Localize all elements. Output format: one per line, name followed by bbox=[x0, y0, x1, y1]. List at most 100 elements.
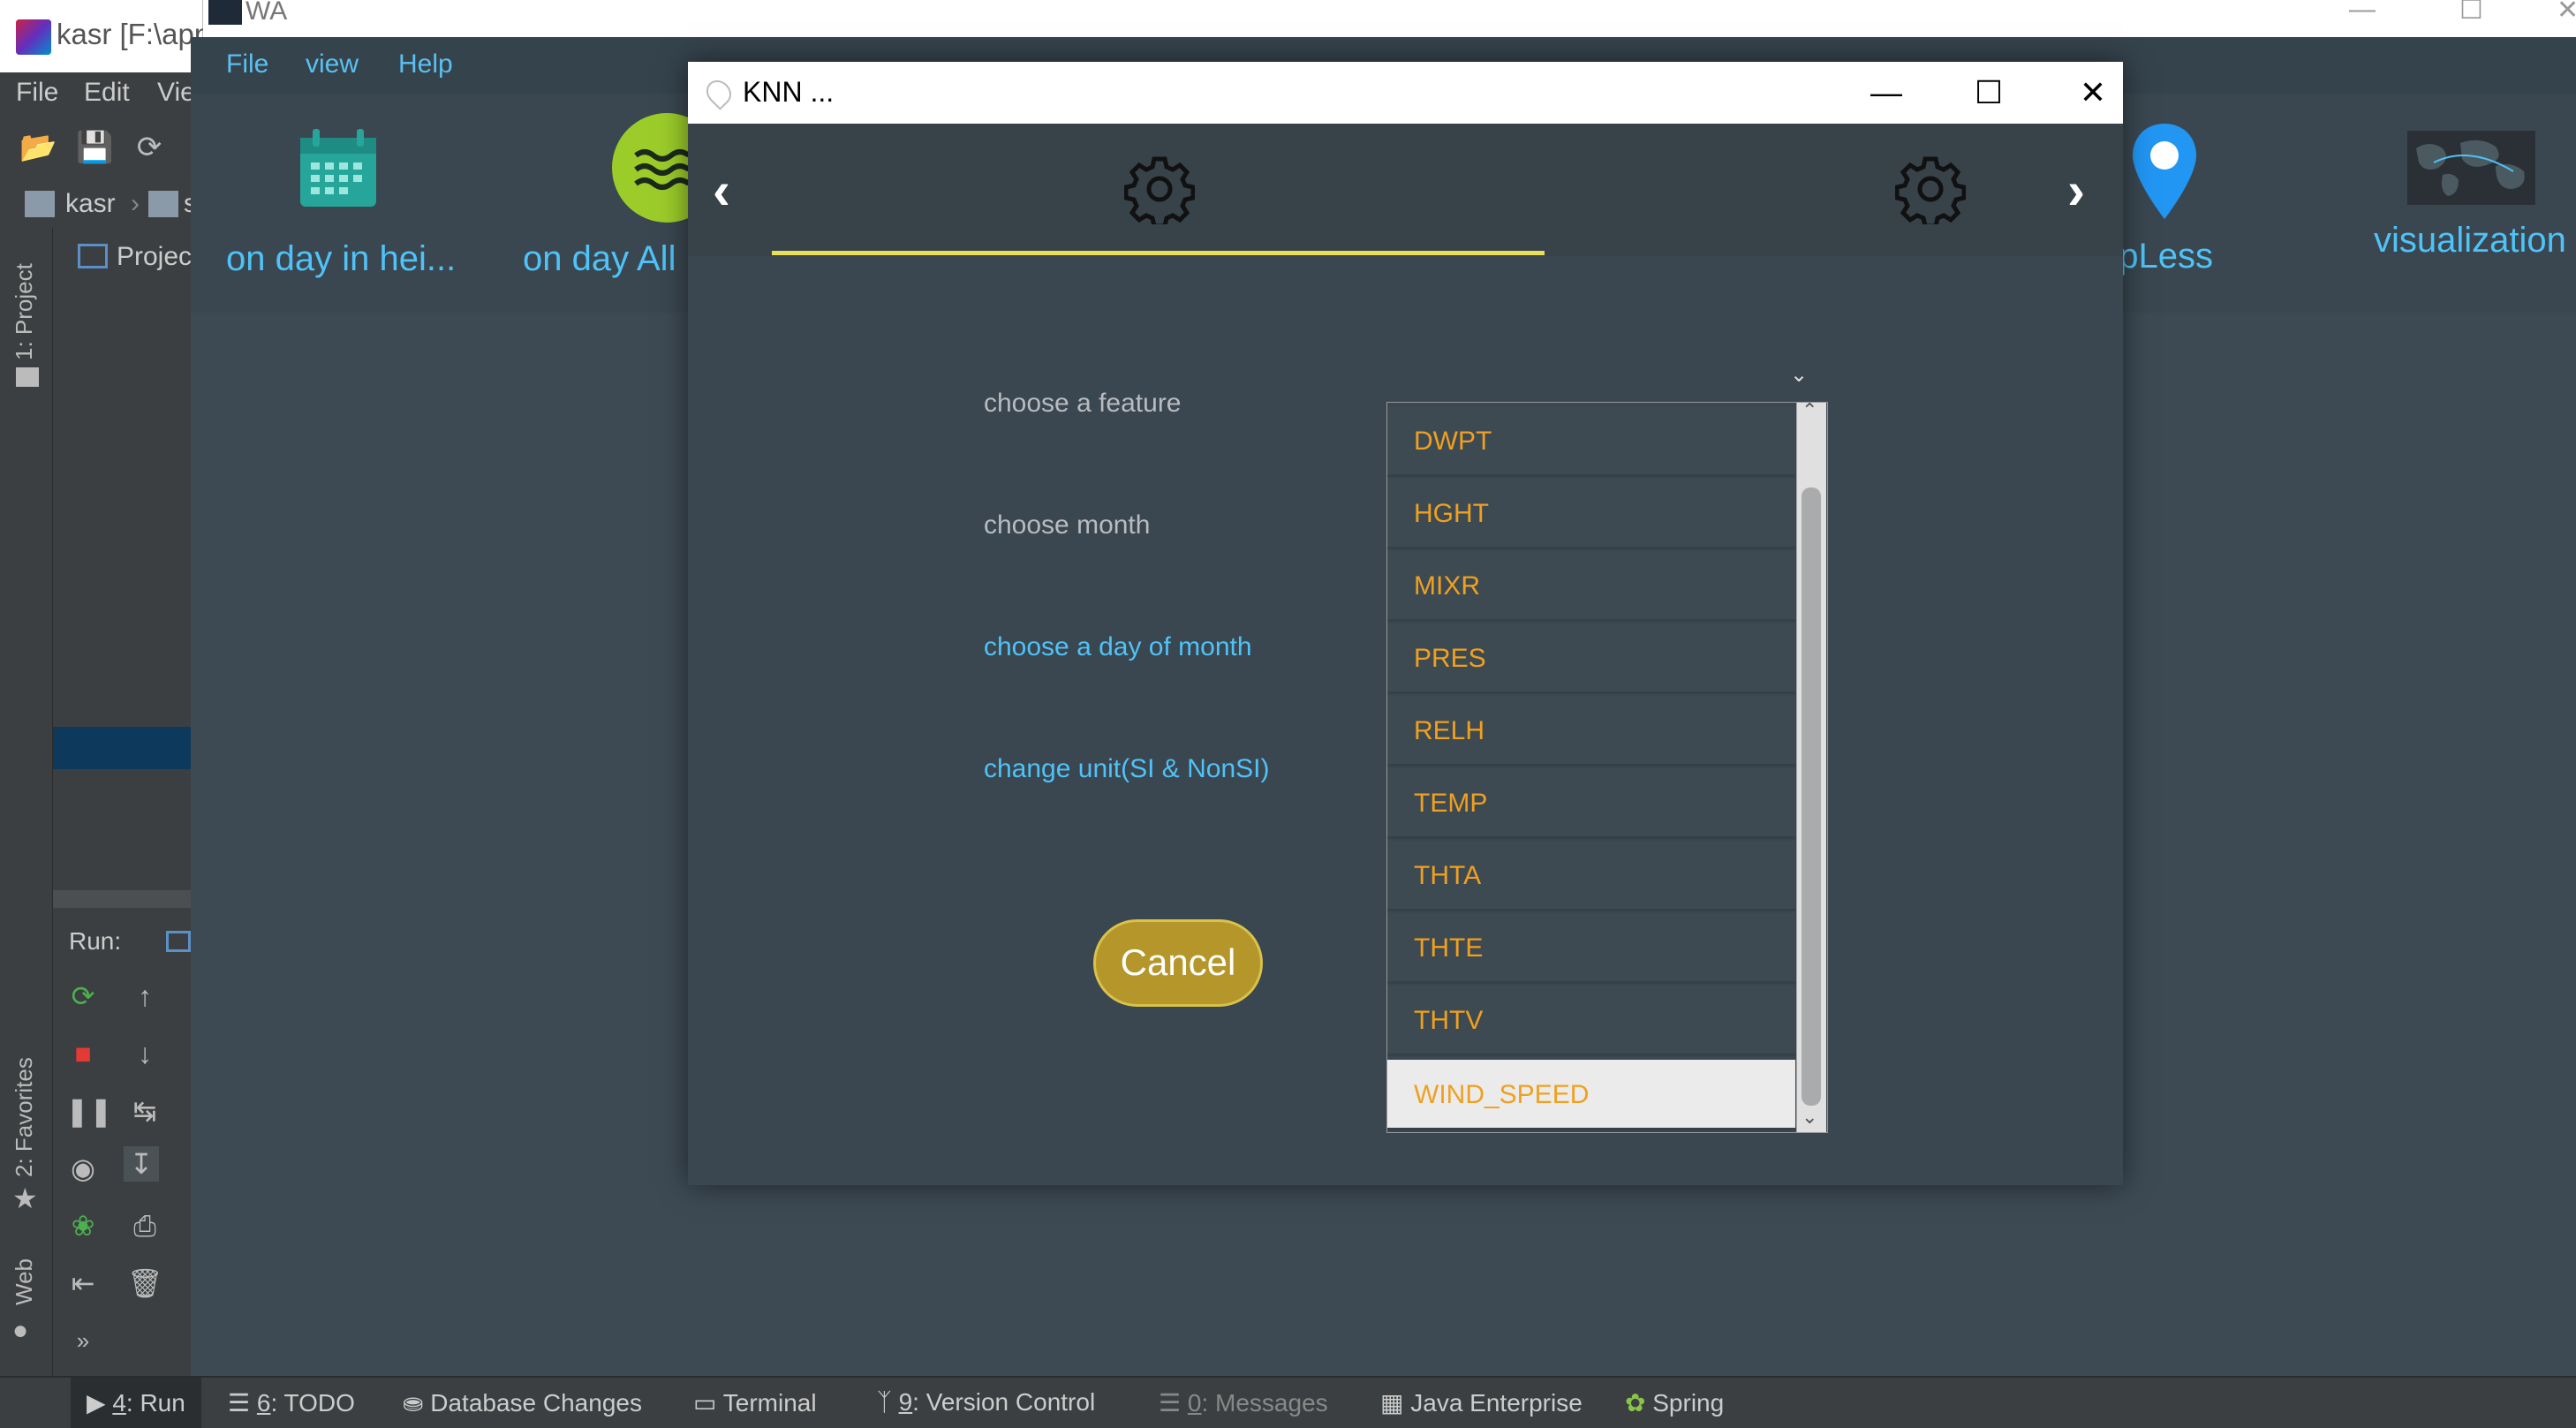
globe-icon: ● bbox=[12, 1316, 29, 1345]
project-panel: Projec bbox=[53, 228, 192, 890]
ide-menu-edit[interactable]: Edit bbox=[84, 78, 130, 108]
database-icon: ⛂ bbox=[403, 1389, 424, 1417]
wa-menu-file[interactable]: File bbox=[226, 49, 268, 79]
status-tab-messages[interactable]: ☰ 0: Messages bbox=[1159, 1388, 1328, 1417]
ide-menu-view[interactable]: Vie bbox=[157, 78, 195, 108]
status-tab-version-control[interactable]: ᛉ 9: Version Control bbox=[877, 1388, 1095, 1417]
feature-option-relh[interactable]: RELH bbox=[1387, 696, 1795, 767]
status-tab-terminal[interactable]: ▭ Terminal bbox=[693, 1388, 817, 1417]
scroll-up-icon[interactable]: ⌃ bbox=[1802, 399, 1817, 422]
location-pin-icon bbox=[701, 75, 737, 110]
change-unit-label[interactable]: change unit(SI & NonSI) bbox=[984, 754, 1270, 784]
run-panel: Run: ⟳ ↑ ■ ↓ ❚❚ ↹ ◉ ↧ ❀ ⎙ ⇤ 🗑 » bbox=[53, 890, 191, 1376]
tab-project[interactable]: 1: Project bbox=[11, 263, 38, 360]
ide-toolbar: 📂 💾 ⟳ bbox=[0, 117, 191, 178]
project-label[interactable]: Projec bbox=[117, 242, 192, 272]
terminal-icon: ▭ bbox=[693, 1389, 717, 1417]
open-folder-icon[interactable]: 📂 bbox=[19, 131, 57, 164]
tile-mapless[interactable]: MapLess bbox=[2116, 237, 2213, 276]
print-icon[interactable]: ⎙ bbox=[127, 1208, 162, 1243]
minimize-icon[interactable]: — bbox=[2349, 0, 2376, 25]
arrow-down-icon[interactable]: ↓ bbox=[127, 1036, 162, 1071]
feature-option-thta[interactable]: THTA bbox=[1387, 841, 1795, 911]
feature-option-thte[interactable]: THTE bbox=[1387, 913, 1795, 984]
wa-menu-view[interactable]: view bbox=[306, 49, 359, 79]
map-pin-icon[interactable] bbox=[2129, 120, 2200, 224]
wa-title-text: WA bbox=[246, 0, 288, 26]
status-tab-spring[interactable]: ✿ Spring bbox=[1625, 1388, 1724, 1417]
gear-icon[interactable] bbox=[1124, 154, 1195, 224]
exit-icon[interactable]: ⇤ bbox=[65, 1266, 101, 1301]
selected-tree-row[interactable] bbox=[53, 727, 191, 769]
tile-on-day-in-height[interactable]: on day in hei... bbox=[226, 239, 456, 279]
maximize-icon[interactable]: ☐ bbox=[1967, 71, 2011, 115]
sync-icon[interactable]: ⟳ bbox=[132, 131, 166, 164]
feature-option-dwpt[interactable]: DWPT bbox=[1387, 406, 1795, 477]
status-tab-java-enterprise[interactable]: ▦ Java Enterprise bbox=[1380, 1388, 1583, 1417]
pause-icon[interactable]: ❚❚ bbox=[65, 1093, 113, 1129]
java-enterprise-icon: ▦ bbox=[1380, 1389, 1404, 1417]
dropdown-scrollbar-thumb[interactable] bbox=[1802, 487, 1821, 1106]
dialog-title-bar: KNN ... — ☐ ✕ bbox=[688, 62, 2123, 124]
ide-menu-bar: File Edit Vie bbox=[0, 72, 195, 117]
camera-icon[interactable]: ◉ bbox=[65, 1151, 101, 1186]
debug-icon[interactable]: ❀ bbox=[65, 1208, 101, 1243]
tab-web[interactable]: Web bbox=[11, 1258, 38, 1305]
world-map-icon[interactable] bbox=[2407, 131, 2535, 205]
minimize-icon[interactable]: — bbox=[1864, 71, 1908, 115]
more-icon[interactable]: » bbox=[65, 1323, 101, 1358]
cancel-button[interactable]: Cancel bbox=[1093, 919, 1263, 1007]
folder-icon bbox=[148, 191, 178, 217]
choose-day-label[interactable]: choose a day of month bbox=[984, 632, 1252, 662]
chevron-right-icon[interactable]: › bbox=[2067, 164, 2085, 217]
wa-menu-help[interactable]: Help bbox=[398, 49, 453, 79]
breadcrumb-project[interactable]: kasr bbox=[65, 189, 116, 219]
wa-logo-icon bbox=[208, 0, 242, 25]
tab-favorites[interactable]: 2: Favorites bbox=[11, 1057, 38, 1177]
intellij-logo-icon bbox=[16, 19, 51, 55]
save-icon[interactable]: 💾 bbox=[76, 131, 113, 164]
close-icon[interactable]: ✕ bbox=[2071, 71, 2115, 115]
trash-icon[interactable]: 🗑 bbox=[127, 1266, 163, 1301]
dialog-title: KNN ... bbox=[743, 76, 835, 108]
wa-title-bar: WA — ☐ ✕ bbox=[203, 0, 2576, 37]
breadcrumb: kasr › s bbox=[0, 184, 197, 228]
chevron-left-icon[interactable]: ‹ bbox=[713, 164, 730, 217]
list-icon: ☰ bbox=[228, 1389, 251, 1417]
status-tab-run[interactable]: ▶ 4: Run bbox=[71, 1378, 201, 1428]
calendar-icon[interactable] bbox=[297, 127, 380, 210]
tile-on-day-all[interactable]: on day All bbox=[523, 239, 676, 279]
stop-icon[interactable]: ■ bbox=[65, 1036, 101, 1071]
messages-icon: ☰ bbox=[1159, 1389, 1182, 1417]
maximize-icon[interactable]: ☐ bbox=[2459, 0, 2483, 26]
console-icon[interactable] bbox=[166, 931, 191, 952]
feature-option-thtv[interactable]: THTV bbox=[1387, 986, 1795, 1056]
ide-title-bar: kasr [F:\app bbox=[0, 0, 210, 72]
spring-leaf-icon: ✿ bbox=[1625, 1389, 1646, 1417]
dialog-header: ‹ › bbox=[688, 124, 2123, 256]
feature-option-wind-speed[interactable]: WIND_SPEED bbox=[1387, 1060, 1795, 1130]
rerun-icon[interactable]: ⟳ bbox=[65, 978, 101, 1014]
scroll-to-end-icon[interactable]: ↧ bbox=[124, 1146, 159, 1182]
star-icon: ★ bbox=[12, 1182, 38, 1214]
tile-visualization[interactable]: visualization bbox=[2374, 221, 2566, 261]
close-icon[interactable]: ✕ bbox=[2557, 0, 2576, 26]
run-label: Run: bbox=[69, 927, 122, 955]
chevron-down-icon[interactable]: ⌄ bbox=[1790, 362, 1808, 388]
ide-title-text: kasr [F:\app bbox=[57, 18, 211, 50]
arrow-up-icon[interactable]: ↑ bbox=[127, 978, 162, 1014]
status-tab-database-changes[interactable]: ⛂ Database Changes bbox=[403, 1388, 642, 1417]
ide-status-bar: ▶ 4: Run ☰ 6: TODO ⛂ Database Changes ▭ … bbox=[0, 1376, 2576, 1428]
feature-option-mixr[interactable]: MIXR bbox=[1387, 551, 1795, 622]
scroll-down-icon[interactable]: ⌄ bbox=[1802, 1106, 1817, 1129]
feature-option-temp[interactable]: TEMP bbox=[1387, 768, 1795, 839]
ide-left-tool-strip: 1: Project 2: Favorites ★ Web ● bbox=[0, 228, 53, 1376]
feature-option-hght[interactable]: HGHT bbox=[1387, 479, 1795, 549]
soft-wrap-icon[interactable]: ↹ bbox=[127, 1093, 162, 1129]
choose-month-label[interactable]: choose month bbox=[984, 510, 1150, 540]
status-tab-todo[interactable]: ☰ 6: TODO bbox=[228, 1388, 355, 1417]
gear-icon[interactable] bbox=[1895, 154, 1966, 224]
feature-option-pres[interactable]: PRES bbox=[1387, 623, 1795, 694]
ide-menu-file[interactable]: File bbox=[16, 78, 58, 108]
folder-icon bbox=[25, 191, 55, 217]
